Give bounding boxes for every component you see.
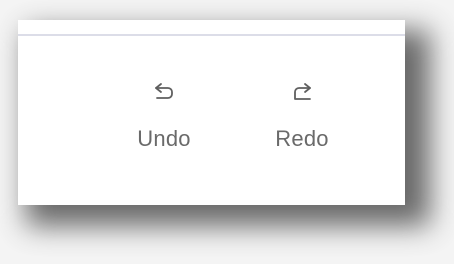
redo-button[interactable]: Redo (262, 80, 342, 152)
undo-icon (155, 83, 173, 99)
undo-button[interactable]: Undo (124, 80, 204, 152)
undo-label: Undo (137, 126, 191, 151)
screenshot-stage: Undo Redo (0, 0, 454, 264)
redo-icon (294, 83, 311, 100)
redo-label: Redo (275, 126, 329, 151)
edit-toolbar-panel: Undo Redo (18, 20, 405, 205)
divider (18, 34, 405, 36)
